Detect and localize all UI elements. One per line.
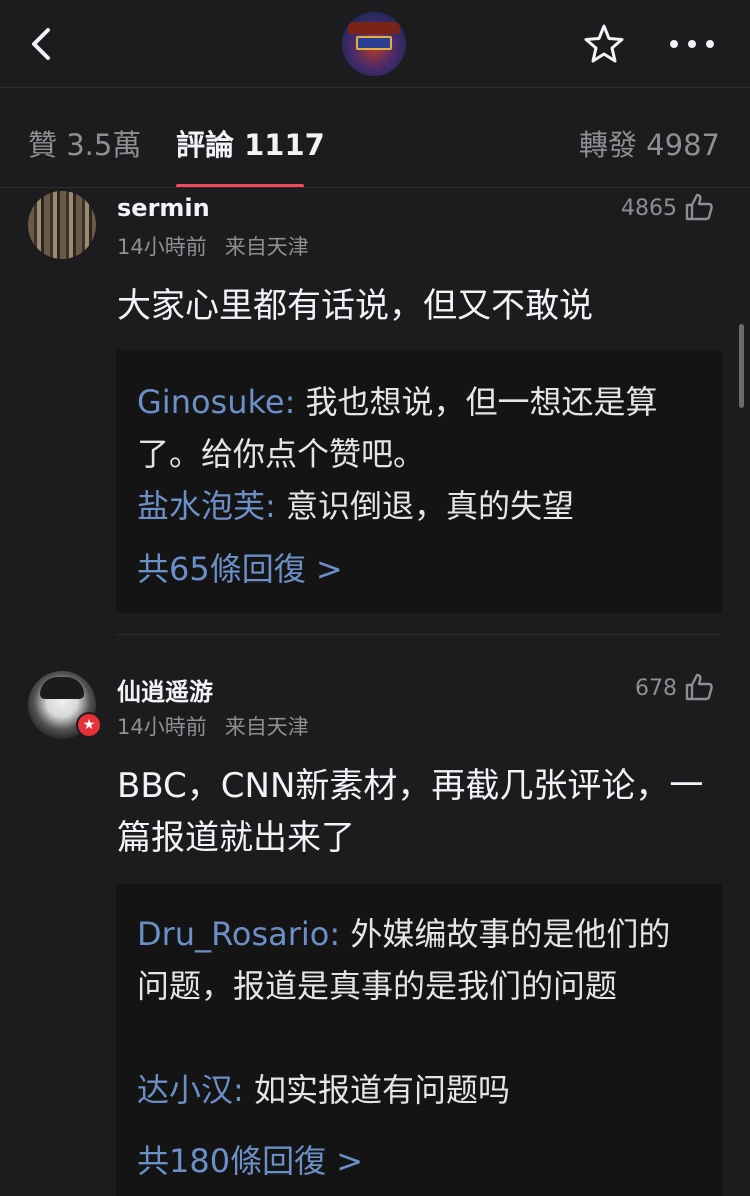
- like-count: 678: [635, 676, 677, 701]
- reply-author[interactable]: Dru_Rosario: [137, 915, 329, 953]
- comment-item: ★ 仙逍遥游 14小時前 来自天津 678 BBC，CNN新素材，再截几张评论，一…: [0, 668, 750, 1196]
- comment-meta: 14小時前 来自天津: [117, 231, 309, 261]
- avatar[interactable]: [28, 191, 96, 259]
- thumbs-up-icon[interactable]: [684, 192, 714, 222]
- chevron-left-icon[interactable]: [26, 24, 62, 64]
- comment-text: 大家心里都有话说，但又不敢说: [117, 286, 593, 326]
- tab-likes[interactable]: 贊 3.5萬: [28, 122, 141, 164]
- top-bar: [0, 0, 750, 88]
- scrollbar[interactable]: [739, 324, 744, 408]
- comment-time: 14小時前: [117, 715, 207, 739]
- verified-badge-icon: ★: [76, 712, 102, 738]
- view-all-replies-link[interactable]: 共180條回復 >: [137, 1136, 363, 1182]
- reply-preview-box[interactable]: Ginosuke: 我也想说，但一想还是算了。给你点个赞吧。 盐水泡芙: 意识倒…: [116, 350, 722, 613]
- comment-item: sermin 14小時前 来自天津 4865 大家心里都有话说，但又不敢说 Gin…: [0, 188, 750, 634]
- comment-text: BBC，CNN新素材，再截几张评论，一篇报道就出来了: [117, 766, 704, 858]
- tab-comments[interactable]: 評論 1117: [176, 122, 325, 164]
- more-icon[interactable]: [668, 38, 716, 50]
- reply-text: 如实报道有问题吗: [253, 1071, 510, 1109]
- comment-location: 来自天津: [224, 235, 309, 259]
- reply-text: 意识倒退，真的失望: [285, 487, 574, 525]
- reply-item: 盐水泡芙: 意识倒退，真的失望: [137, 487, 574, 525]
- comment-username[interactable]: 仙逍遥游: [117, 672, 213, 707]
- comment-location: 来自天津: [224, 715, 309, 739]
- reply-item: Ginosuke: 我也想说，但一想还是算了。给你点个赞吧。: [137, 383, 658, 473]
- reply-author[interactable]: 达小汉: [137, 1071, 233, 1109]
- reply-item: Dru_Rosario: 外媒编故事的是他们的问题，报道是真事的是我们的问题: [137, 915, 671, 1005]
- comment-meta: 14小時前 来自天津: [117, 711, 309, 741]
- reply-preview-box[interactable]: Dru_Rosario: 外媒编故事的是他们的问题，报道是真事的是我们的问题 达…: [116, 884, 722, 1196]
- reply-item: 达小汉: 如实报道有问题吗: [137, 1071, 510, 1109]
- view-all-replies-link[interactable]: 共65條回復 >: [137, 544, 343, 590]
- like-count: 4865: [621, 196, 677, 221]
- comment-page: 贊 3.5萬 評論 1117 轉發 4987 sermin 14小時前 来自天津 …: [0, 0, 750, 1196]
- reply-author[interactable]: Ginosuke: [137, 383, 285, 421]
- reply-author[interactable]: 盐水泡芙: [137, 487, 265, 525]
- tab-reposts[interactable]: 轉發 4987: [579, 122, 720, 164]
- tab-bar: 贊 3.5萬 評論 1117 轉發 4987: [0, 88, 750, 188]
- poster-avatar[interactable]: [342, 12, 406, 76]
- comment-username[interactable]: sermin: [117, 194, 210, 222]
- comment-divider: [116, 634, 722, 635]
- star-icon[interactable]: [582, 22, 626, 66]
- thumbs-up-icon[interactable]: [684, 672, 714, 702]
- comment-time: 14小時前: [117, 235, 207, 259]
